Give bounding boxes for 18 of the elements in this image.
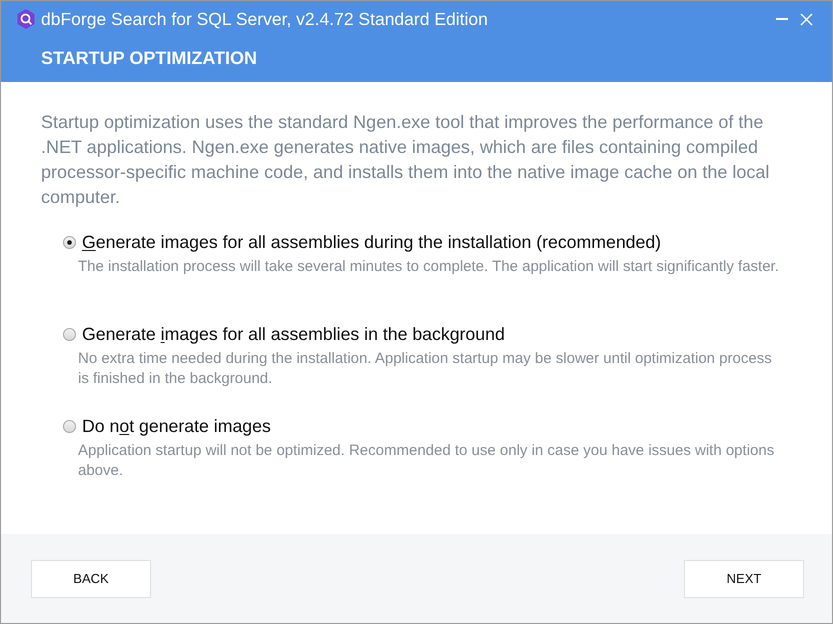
app-logo-icon	[17, 9, 35, 29]
close-button[interactable]	[798, 11, 814, 27]
radio-icon[interactable]	[63, 328, 76, 340]
radio-option[interactable]: Generate images for all assemblies during the installation (recommended)	[63, 230, 662, 254]
description-text: Startup optimization uses the standard Ngen.exe tool that improves the performance of the .NET applications. Ngen.exe generates native images, which are files containing compiled processor-specific machine code, and installs them into the native image cache on the local computer.	[41, 111, 770, 209]
radio-icon[interactable]	[63, 420, 76, 432]
page-heading: STARTUP OPTIMIZATION	[41, 47, 257, 70]
option-hint: No extra time needed during the installation. Application startup may be slower until optimization process is finished in the background.	[78, 349, 773, 389]
radio-option[interactable]: Generate images for all assemblies in the background	[63, 322, 505, 346]
back-button[interactable]: BACK	[31, 560, 151, 598]
radio-option[interactable]: Do not generate images	[63, 414, 271, 438]
option-hint: The installation process will take several minutes to complete. The application will start significantly faster.	[78, 257, 780, 277]
minimize-icon	[776, 18, 788, 20]
option-hint: Application startup will not be optimized. Recommended to use only in case you have issues with options above.	[78, 441, 776, 481]
close-icon	[800, 12, 812, 26]
radio-selected-icon[interactable]	[63, 236, 76, 248]
next-button[interactable]: NEXT	[684, 560, 804, 598]
window-title: dbForge Search for SQL Server, v2.4.72 Standard Edition	[41, 8, 488, 31]
